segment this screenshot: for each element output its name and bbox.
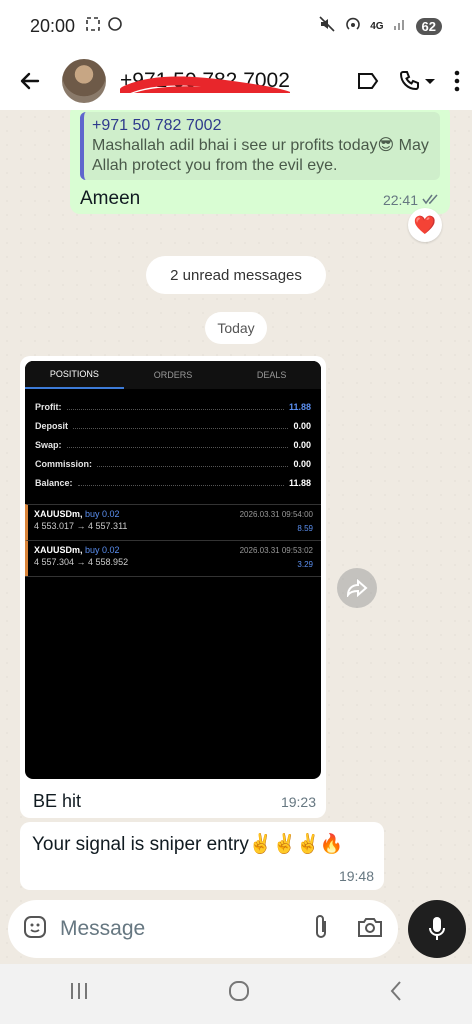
call-button[interactable] [398, 69, 436, 93]
message-input[interactable] [60, 917, 280, 941]
status-bar: 20:00 4G 62 [0, 0, 472, 52]
camera-icon[interactable] [356, 915, 384, 944]
message-time: 19:48 [338, 868, 374, 884]
ss-row-deposit: Deposit 0.00 [35, 420, 311, 431]
kebab-icon[interactable] [454, 70, 460, 92]
incoming-message[interactable]: Your signal is sniper entry✌️✌️✌️🔥 19:48 [20, 822, 384, 890]
avatar[interactable] [62, 59, 106, 103]
ss-tab-orders: ORDERS [153, 370, 193, 380]
recents-icon[interactable] [68, 981, 90, 1007]
outgoing-message[interactable]: +971 50 782 7002 Mashallah adil bhai i s… [70, 110, 450, 214]
chat-header: +971 50 782 7002 [0, 52, 472, 110]
date-divider: Today [205, 312, 267, 344]
ss-tab-deals: DEALS [256, 370, 287, 380]
reply-quote[interactable]: +971 50 782 7002 Mashallah adil bhai i s… [80, 112, 440, 180]
network-label: 4G [370, 20, 384, 32]
label-icon[interactable] [356, 71, 380, 91]
paperclip-icon[interactable] [312, 913, 330, 946]
message-time: 19:23 [280, 794, 316, 810]
ss-summary: Profit: 11.88 Deposit 0.00 Swap: 0.00 Co… [25, 389, 321, 496]
unread-messages-divider: 2 unread messages [146, 256, 326, 294]
mic-button[interactable] [408, 900, 466, 958]
quote-text: Mashallah adil bhai i see ur profits tod… [92, 137, 429, 174]
back-nav-icon[interactable] [388, 979, 404, 1009]
image-message[interactable]: POSITIONS ORDERS DEALS Profit: 11.88 Dep… [20, 356, 326, 818]
message-time: 22:41 [382, 192, 418, 208]
chat-area[interactable]: +971 50 782 7002 Mashallah adil bhai i s… [0, 110, 472, 964]
redaction-scribble [120, 76, 290, 93]
ss-row-swap: Swap: 0.00 [35, 439, 311, 450]
phone-icon [399, 71, 419, 91]
ss-tab-positions: POSITIONS [25, 361, 124, 389]
image-caption: BE hit [33, 791, 82, 811]
message-composer [8, 900, 398, 958]
mute-icon [318, 15, 336, 38]
ss-trade-row: XAUUSDm, buy 0.02 4 553.017 → 4 557.311 … [25, 504, 321, 540]
ss-row-balance: Balance: 11.88 [35, 477, 311, 488]
battery-indicator: 62 [415, 17, 442, 35]
signal-icon [392, 16, 408, 37]
chevron-down-icon [425, 79, 435, 84]
ss-row-profit: Profit: 11.88 [35, 401, 311, 412]
sticker-icon[interactable] [22, 914, 48, 945]
forward-icon[interactable] [337, 568, 377, 608]
screenshot-icon [85, 16, 101, 37]
heart-reaction[interactable]: ❤️ [408, 208, 442, 242]
ss-row-commission: Commission: 0.00 [35, 458, 311, 469]
arrow-left-icon[interactable] [12, 63, 48, 99]
system-nav-bar [0, 964, 472, 1024]
contact-name[interactable]: +971 50 782 7002 [120, 69, 290, 93]
double-check-icon [422, 192, 440, 208]
trading-screenshot[interactable]: POSITIONS ORDERS DEALS Profit: 11.88 Dep… [25, 361, 321, 779]
mic-icon [429, 917, 445, 940]
message-text: Your signal is sniper entry✌️✌️✌️🔥 [32, 834, 344, 855]
quote-sender: +971 50 782 7002 [92, 117, 222, 134]
home-icon[interactable] [227, 979, 251, 1009]
hotspot-icon [344, 15, 362, 38]
status-time: 20:00 [30, 15, 76, 36]
whatsapp-notification-icon [107, 16, 123, 37]
ss-trade-row: XAUUSDm, buy 0.02 4 557.304 → 4 558.952 … [25, 540, 321, 576]
